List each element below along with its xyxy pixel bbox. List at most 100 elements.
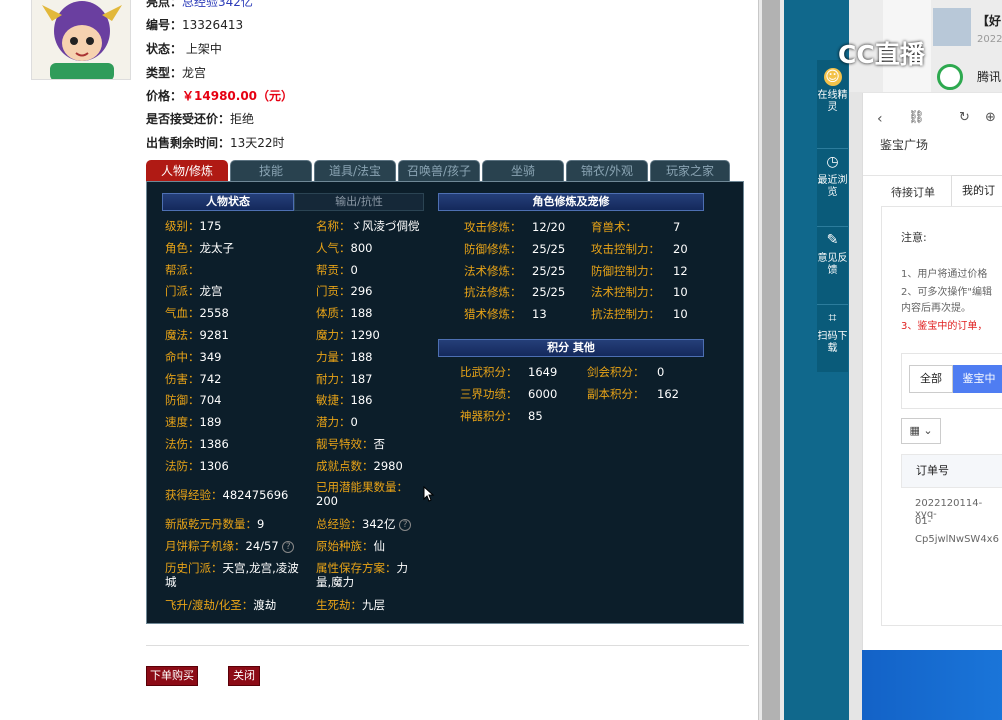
stat-label: 剑会积分： xyxy=(587,365,645,379)
dock-download[interactable]: ⌗ 扫码下载 xyxy=(817,304,848,355)
cult-row: 防御修炼： 25/25 xyxy=(464,242,565,256)
link-icon[interactable]: ⛓ xyxy=(908,110,925,125)
notice-2b: 内容后再次提。 xyxy=(901,303,971,314)
stat-label: 体质： xyxy=(316,306,351,321)
buy-button[interactable]: 下单购买 xyxy=(146,666,198,686)
stat-label: 潜力： xyxy=(316,415,351,430)
col2-row: 体质：188 xyxy=(316,306,372,320)
id-row: 编号：13326413 xyxy=(146,18,244,32)
tab-pets[interactable]: 召唤兽/孩子 xyxy=(398,160,480,181)
stat-value: 2558 xyxy=(199,306,229,321)
dock-feedback[interactable]: ✎ 意见反馈 xyxy=(817,226,848,277)
stat-value: 1649 xyxy=(528,365,558,379)
stat-label: 攻击修炼： xyxy=(464,220,522,234)
tab-outfits[interactable]: 锦衣/外观 xyxy=(566,160,648,181)
cult-row: 抗法修炼： 25/25 xyxy=(464,285,565,299)
cult-row: 攻击修炼： 12/20 xyxy=(464,220,565,234)
life-row: 生死劫：九层 xyxy=(316,598,385,612)
stat-value: 13 xyxy=(532,307,547,322)
stat-label: 攻击控制力： xyxy=(591,241,660,256)
type-row: 类型：龙宫 xyxy=(146,66,207,80)
tab-skills[interactable]: 技能 xyxy=(230,160,312,181)
dock-recent[interactable]: ◷ 最近浏览 xyxy=(817,148,848,199)
mouse-cursor-icon xyxy=(423,486,435,502)
item-title[interactable]: 【好 xyxy=(977,12,1001,29)
grid-view-icon[interactable]: ▦ ⌄ xyxy=(901,418,941,444)
clock-icon: ◷ xyxy=(826,154,839,170)
col2-row: 门贡：296 xyxy=(316,284,372,298)
potion-row: 已用潜能果数量：200 xyxy=(316,480,408,508)
price-row: 价格：￥14980.00（元） xyxy=(146,89,294,103)
scrollbar-thumb[interactable] xyxy=(762,0,780,720)
score2-row: 副本积分： 162 xyxy=(587,387,679,401)
tencent-label[interactable]: 腾讯 xyxy=(977,68,1001,85)
col1-row: 法伤：1386 xyxy=(165,437,229,451)
pet-row: 法术控制力： 10 xyxy=(591,285,688,299)
stat-label: 门贡： xyxy=(316,284,351,299)
col1-row: 角色：龙太子 xyxy=(165,241,234,255)
state-header[interactable]: 人物状态 xyxy=(162,193,294,211)
potion-value: 200 xyxy=(316,494,338,508)
zongzi-value: 24/57 xyxy=(245,539,279,553)
tab-my-orders[interactable]: 我的订 xyxy=(951,175,1002,206)
refresh-icon[interactable]: ↻ xyxy=(959,110,970,125)
stat-label: 育兽术： xyxy=(591,220,637,234)
output-resist-tab[interactable]: 输出/抗性 xyxy=(294,193,424,211)
tab-pending-orders[interactable]: 待接订单 xyxy=(891,184,935,200)
stat-value: 162 xyxy=(657,386,679,401)
col1-row: 防御：704 xyxy=(165,393,221,407)
tab-items[interactable]: 道具/法宝 xyxy=(314,160,396,181)
back-icon[interactable]: ‹ xyxy=(877,111,883,127)
race-row: 原始种族：仙 xyxy=(316,539,385,553)
bargain-value: 拒绝 xyxy=(230,112,255,126)
pet-row: 育兽术： 7 xyxy=(591,220,680,234)
stat-value: 0 xyxy=(657,365,665,379)
stat-label: 级别： xyxy=(165,219,200,233)
highlight-text: 总经验342亿 xyxy=(182,0,253,9)
globe-icon[interactable]: ⊕ xyxy=(985,110,996,125)
price-value: ￥14980.00（元） xyxy=(182,89,294,103)
type-value: 龙宫 xyxy=(182,66,207,80)
score-header: 积分 其他 xyxy=(438,339,704,357)
character-panel: 人物状态 输出/抗性 角色修炼及宠修 积分 其他 级别：175 角色：龙太子 帮派：… xyxy=(146,181,744,624)
col1-row: 级别：175 xyxy=(165,219,221,233)
dock-online-helper[interactable]: ☺ 在线精灵 xyxy=(817,68,848,114)
stat-label: 帮贡： xyxy=(316,262,351,277)
order-number-2[interactable]: 01- xyxy=(915,516,931,527)
stat-value: 1386 xyxy=(199,437,229,451)
notice-title: 注意: xyxy=(901,231,927,244)
race-value: 仙 xyxy=(373,539,386,553)
col2-row: 名称：ゞ风淩づ倜傥 xyxy=(316,219,420,233)
col1-row: 法防：1306 xyxy=(165,459,229,473)
filter-appraising-button[interactable]: 鉴宝中 xyxy=(953,365,1002,393)
stat-value: 12 xyxy=(673,263,688,278)
filter-all-button[interactable]: 全部 xyxy=(909,365,953,393)
close-button[interactable]: 关闭 xyxy=(228,666,260,686)
stat-value: 2980 xyxy=(373,458,403,473)
tab-mounts[interactable]: 坐骑 xyxy=(482,160,564,181)
stat-label: 魔法： xyxy=(165,328,200,342)
help-icon[interactable]: ? xyxy=(282,540,295,553)
col2-row: 成就点数：2980 xyxy=(316,459,403,473)
scan-icon: ⌗ xyxy=(828,310,837,326)
total-exp-row: 总经验：342亿 ? xyxy=(316,517,412,531)
cultivation-header: 角色修炼及宠修 xyxy=(438,193,704,211)
col1-row: 伤害：742 xyxy=(165,372,221,386)
stat-value: 25/25 xyxy=(532,263,566,278)
page-scrollbar[interactable] xyxy=(758,0,784,720)
tab-home[interactable]: 玩家之家 xyxy=(650,160,730,181)
stat-label: 抗法控制力： xyxy=(591,307,660,322)
exp-row: 获得经验：482475696 xyxy=(165,488,289,502)
side-dock: ☺ 在线精灵 ◷ 最近浏览 ✎ 意见反馈 ⌗ 扫码下载 xyxy=(817,60,848,372)
detail-tabs: 人物/修炼 技能 道具/法宝 召唤兽/孩子 坐骑 锦衣/外观 玩家之家 xyxy=(146,160,730,181)
col1-row: 帮派： xyxy=(165,263,200,277)
col2-row: 人气：800 xyxy=(316,241,372,255)
order-number-3[interactable]: Cp5jwlNwSW4x6 xyxy=(915,534,999,545)
status-value: 上架中 xyxy=(185,42,222,56)
tab-character[interactable]: 人物/修炼 xyxy=(146,160,228,181)
stat-label: 法术控制力： xyxy=(591,285,660,300)
help-icon[interactable]: ? xyxy=(399,518,412,531)
appraisal-card: ‹ ⛓ ↻ ⊕ 鉴宝广场 待接订单 我的订 注意: 1、用户将通过价格 2、可多… xyxy=(862,93,1002,650)
pet-row: 攻击控制力： 20 xyxy=(591,242,688,256)
page-title: 鉴宝广场 xyxy=(880,138,929,152)
